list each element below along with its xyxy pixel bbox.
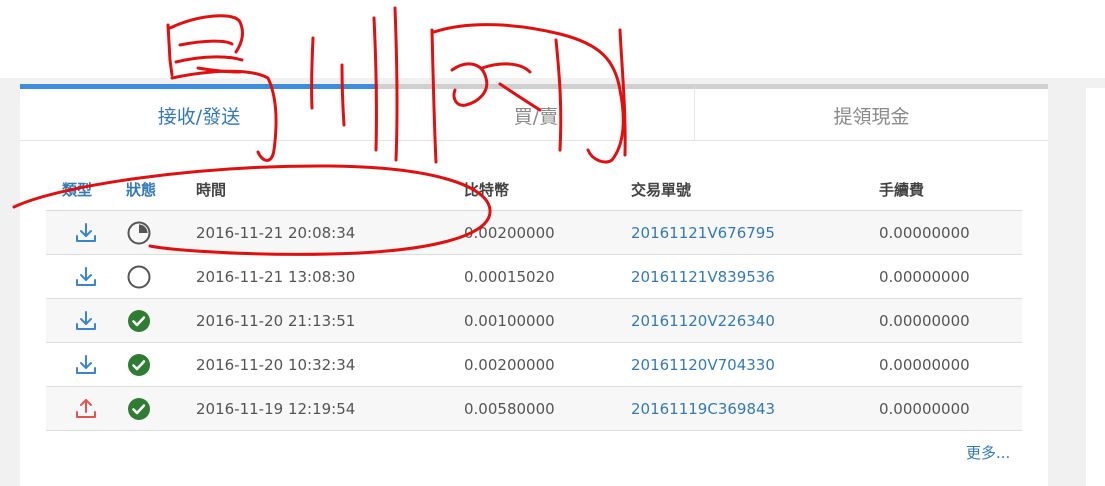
- type-cell: [46, 342, 126, 387]
- download-icon: [76, 354, 96, 374]
- top-blank-area: [0, 0, 1105, 78]
- fee-cell: 0.00000000: [879, 342, 1022, 387]
- tx-id-cell: 20161121V676795: [631, 210, 879, 255]
- tab-receive-send[interactable]: 接收/發送: [20, 84, 378, 140]
- time-cell: 2016-11-19 12:19:54: [196, 386, 464, 431]
- status-cell: [126, 210, 196, 255]
- download-icon: [76, 222, 96, 242]
- check-circle-icon: [128, 309, 150, 332]
- column-header-bitcoin: 比特幣: [464, 168, 631, 211]
- status-cell: [126, 298, 196, 343]
- status-cell: [126, 254, 196, 299]
- tx-id-link[interactable]: 20161121V839536: [631, 268, 775, 286]
- transactions-table: 類型 狀態 時間 比特幣 交易單號 手續費 2016-11-21 20:08:3…: [46, 168, 1022, 431]
- table-row: 2016-11-20 21:13:51 0.00100000 20161120V…: [46, 298, 1022, 343]
- tx-id-link[interactable]: 20161121V676795: [631, 224, 775, 242]
- pending-clock-icon: [127, 221, 151, 244]
- transactions-panel: 接收/發送 買/賣 提領現金 類型 狀態 時間 比特幣 交易單號 手續費 201…: [20, 84, 1048, 486]
- fee-cell: 0.00000000: [879, 386, 1022, 431]
- bitcoin-cell: 0.00200000: [464, 342, 631, 387]
- column-header-type[interactable]: 類型: [46, 168, 126, 211]
- type-cell: [46, 298, 126, 343]
- right-edge-panel: [1086, 88, 1105, 486]
- download-icon: [76, 310, 96, 330]
- table-row: 2016-11-19 12:19:54 0.00580000 20161119C…: [46, 386, 1022, 431]
- column-header-time: 時間: [196, 168, 464, 211]
- time-cell: 2016-11-20 21:13:51: [196, 298, 464, 343]
- tx-id-cell: 20161119C369843: [631, 386, 879, 431]
- column-header-fee: 手續費: [879, 168, 1022, 211]
- table-row: 2016-11-20 10:32:34 0.00200000 20161120V…: [46, 342, 1022, 387]
- bitcoin-cell: 0.00015020: [464, 254, 631, 299]
- tx-id-link[interactable]: 20161120V704330: [631, 356, 775, 374]
- status-cell: [126, 342, 196, 387]
- tab-withdraw-cash[interactable]: 提領現金: [694, 84, 1048, 140]
- time-cell: 2016-11-21 13:08:30: [196, 254, 464, 299]
- tx-id-cell: 20161120V226340: [631, 298, 879, 343]
- type-cell: [46, 386, 126, 431]
- type-cell: [46, 210, 126, 255]
- tx-id-link[interactable]: 20161119C369843: [631, 400, 775, 418]
- empty-circle-icon: [127, 265, 151, 288]
- upload-icon: [76, 398, 96, 418]
- check-circle-icon: [128, 353, 150, 376]
- table-row: 2016-11-21 20:08:34 0.00200000 20161121V…: [46, 210, 1022, 255]
- bitcoin-cell: 0.00100000: [464, 298, 631, 343]
- type-cell: [46, 254, 126, 299]
- tab-bar: 接收/發送 買/賣 提領現金: [20, 84, 1048, 141]
- tx-id-cell: 20161120V704330: [631, 342, 879, 387]
- download-icon: [76, 266, 96, 286]
- fee-cell: 0.00000000: [879, 298, 1022, 343]
- fee-cell: 0.00000000: [879, 254, 1022, 299]
- table-row: 2016-11-21 13:08:30 0.00015020 20161121V…: [46, 254, 1022, 299]
- bitcoin-cell: 0.00200000: [464, 210, 631, 255]
- bitcoin-cell: 0.00580000: [464, 386, 631, 431]
- fee-cell: 0.00000000: [879, 210, 1022, 255]
- time-cell: 2016-11-21 20:08:34: [196, 210, 464, 255]
- more-link[interactable]: 更多...: [966, 442, 1010, 463]
- tab-buy-sell[interactable]: 買/賣: [378, 84, 694, 140]
- status-cell: [126, 386, 196, 431]
- tx-id-cell: 20161121V839536: [631, 254, 879, 299]
- column-header-status[interactable]: 狀態: [126, 168, 196, 211]
- check-circle-icon: [128, 397, 150, 420]
- column-header-tx-id: 交易單號: [631, 168, 879, 211]
- time-cell: 2016-11-20 10:32:34: [196, 342, 464, 387]
- table-header-row: 類型 狀態 時間 比特幣 交易單號 手續費: [46, 168, 1022, 211]
- tx-id-link[interactable]: 20161120V226340: [631, 312, 775, 330]
